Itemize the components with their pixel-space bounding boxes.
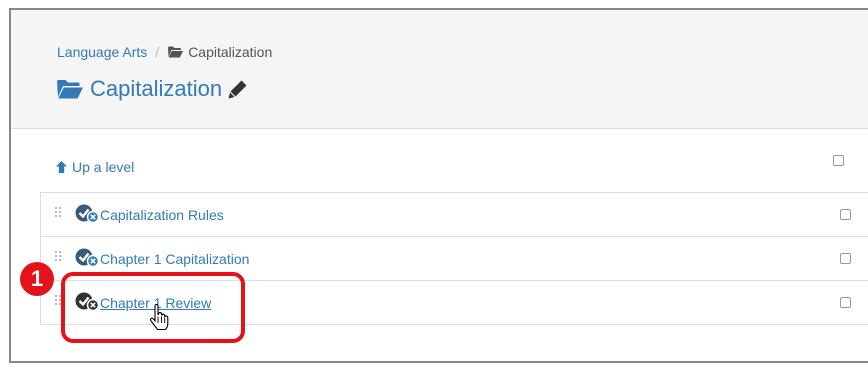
item-checkbox[interactable] bbox=[840, 253, 851, 264]
list-item: Capitalization Rules bbox=[41, 193, 868, 237]
page-title-label: Capitalization bbox=[90, 76, 223, 101]
check-circle-icon bbox=[75, 248, 100, 268]
select-all-checkbox[interactable] bbox=[833, 155, 844, 166]
breadcrumb-current: Capitalization bbox=[168, 44, 272, 60]
folder-open-icon bbox=[57, 79, 83, 99]
check-circle-icon bbox=[75, 204, 100, 224]
up-a-level-link[interactable]: Up a level bbox=[56, 159, 134, 175]
pencil-icon[interactable] bbox=[228, 79, 248, 99]
breadcrumb-separator: / bbox=[155, 44, 160, 60]
item-link[interactable]: Capitalization Rules bbox=[100, 207, 224, 223]
callout-number-badge: 1 bbox=[20, 262, 54, 296]
item-checkbox[interactable] bbox=[840, 297, 851, 308]
item-link[interactable]: Chapter 1 Capitalization bbox=[100, 251, 249, 267]
arrow-up-icon bbox=[56, 161, 67, 173]
breadcrumb: Language Arts / Capitalization bbox=[57, 44, 272, 60]
panel-header: Language Arts / Capitalization Capitaliz… bbox=[11, 10, 868, 129]
breadcrumb-parent-link[interactable]: Language Arts bbox=[57, 44, 147, 60]
up-a-level-label: Up a level bbox=[72, 159, 135, 175]
folder-open-icon bbox=[168, 46, 184, 58]
page-title: Capitalization bbox=[57, 76, 248, 102]
drag-handle-icon[interactable] bbox=[55, 207, 63, 220]
hand-pointer-icon bbox=[149, 304, 169, 331]
drag-handle-icon[interactable] bbox=[55, 251, 63, 264]
item-checkbox[interactable] bbox=[840, 209, 851, 220]
breadcrumb-current-label: Capitalization bbox=[188, 44, 273, 60]
